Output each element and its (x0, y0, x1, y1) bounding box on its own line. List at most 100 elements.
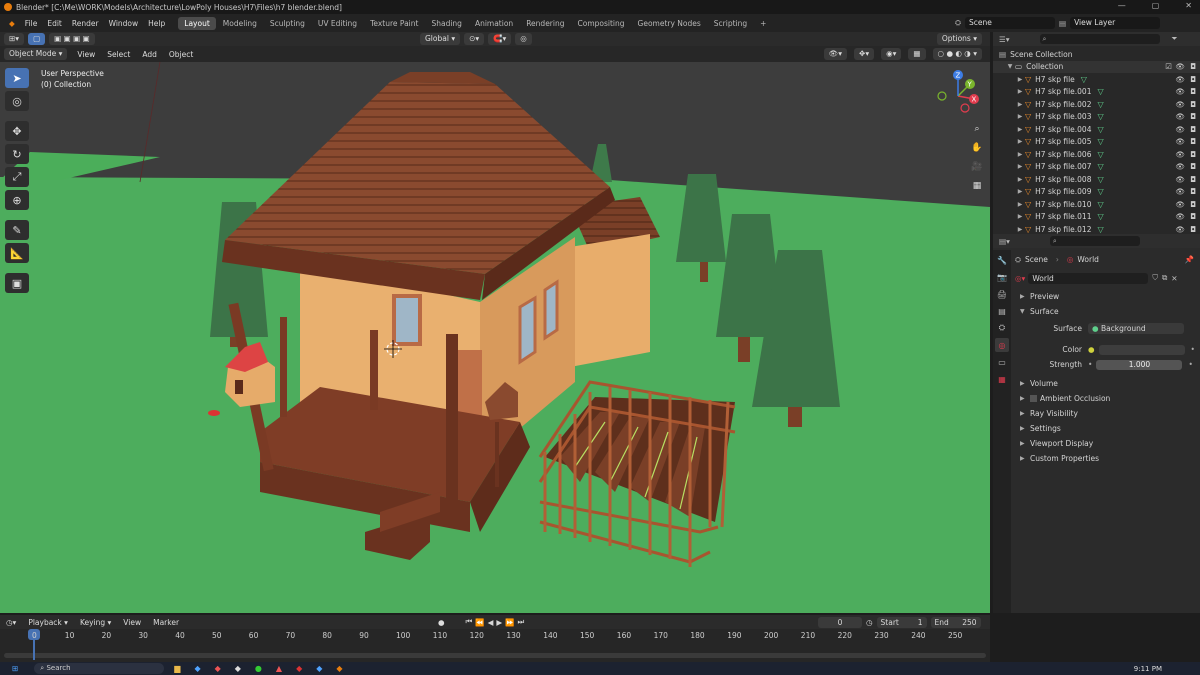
eye-icon[interactable]: 👁 (1175, 112, 1185, 121)
tab-uv-editing[interactable]: UV Editing (312, 17, 363, 30)
camera-icon[interactable]: ◘ (1190, 212, 1196, 221)
play-reverse-button[interactable]: ◀ (488, 618, 494, 627)
tab-compositing[interactable]: Compositing (572, 17, 631, 30)
menu-keying[interactable]: Keying ▾ (74, 618, 117, 627)
object-mode-dropdown[interactable]: Object Mode ▾ (4, 48, 68, 60)
timeline-editor-icon[interactable]: ◷▾ (0, 618, 22, 627)
eye-icon[interactable]: 👁 (1175, 175, 1185, 184)
tab-animation[interactable]: Animation (469, 17, 519, 30)
current-frame-field[interactable]: 0 (818, 616, 862, 628)
expand-icon[interactable]: ▶ (1015, 113, 1025, 120)
outliner-item[interactable]: ▶ ▽ H7 skp file.003 ▽ 👁 ◘ (993, 111, 1200, 124)
outliner-item[interactable]: ▶ ▽ H7 skp file.006 ▽ 👁 ◘ (993, 148, 1200, 161)
filter-icon[interactable]: ⏷ (1172, 34, 1178, 44)
app-icon[interactable]: ● (255, 664, 262, 673)
tab-modeling[interactable]: Modeling (217, 17, 263, 30)
app-icon[interactable]: ◆ (194, 664, 200, 673)
blender-taskbar-icon[interactable]: ◆ (336, 664, 342, 673)
annotate-tool-icon[interactable]: ✎ (5, 220, 29, 240)
eye-icon[interactable]: 👁 (1175, 125, 1185, 134)
app-icon[interactable]: ◆ (316, 664, 322, 673)
section-ambient-occlusion[interactable]: ▶ Ambient Occlusion (1013, 391, 1200, 406)
add-cube-tool-icon[interactable]: ▣ (5, 273, 29, 293)
tool-tab-icon[interactable]: 🔧 (995, 253, 1009, 267)
camera-icon[interactable]: ◘ (1190, 150, 1196, 159)
tab-shading[interactable]: Shading (425, 17, 467, 30)
outliner-item[interactable]: ▶ ▽ H7 skp file ▽ 👁 ◘ (993, 73, 1200, 86)
close-button[interactable]: ✕ (1185, 1, 1192, 10)
section-volume[interactable]: ▶ Volume (1013, 376, 1200, 391)
section-custom-properties[interactable]: ▶ Custom Properties (1013, 451, 1200, 466)
add-workspace-button[interactable]: + (754, 17, 772, 30)
fake-user-icon[interactable]: ⛉ (1152, 273, 1158, 283)
collapse-icon[interactable]: ▼ (1005, 63, 1015, 70)
minimize-button[interactable]: — (1118, 1, 1126, 10)
ortho-grid-icon[interactable]: ▦ (969, 178, 985, 194)
expand-icon[interactable]: ▶ (1015, 151, 1025, 158)
shading-modes-icon[interactable]: ○ ● ◐ ◑ ▾ (932, 48, 982, 60)
maximize-button[interactable]: ▢ (1152, 1, 1160, 10)
camera-icon[interactable]: ◘ (1190, 175, 1196, 184)
output-tab-icon[interactable]: 🖨 (995, 287, 1009, 301)
tab-texture-paint[interactable]: Texture Paint (364, 17, 424, 30)
outliner-item[interactable]: ▶ ▽ H7 skp file.004 ▽ 👁 ◘ (993, 123, 1200, 136)
eye-icon[interactable]: 👁 (1175, 87, 1185, 96)
expand-icon[interactable]: ▶ (1015, 101, 1025, 108)
tab-geometry-nodes[interactable]: Geometry Nodes (632, 17, 707, 30)
xray-icon[interactable]: ▦ (908, 48, 926, 60)
transform-tool-icon[interactable]: ⊕ (5, 190, 29, 210)
section-settings[interactable]: ▶ Settings (1013, 421, 1200, 436)
outliner-item[interactable]: ▶ ▽ H7 skp file.010 ▽ 👁 ◘ (993, 198, 1200, 211)
taskbar-search[interactable]: ⌕ Search (34, 663, 165, 674)
eye-icon[interactable]: 👁 (1175, 200, 1185, 209)
camera-icon[interactable]: ◘ (1190, 137, 1196, 146)
scene-tab-icon[interactable]: ⛭ (995, 321, 1009, 335)
world-browse-icon[interactable]: ◎▾ (1015, 274, 1025, 283)
outliner-item[interactable]: ▶ ▽ H7 skp file.011 ▽ 👁 ◘ (993, 211, 1200, 224)
gizmo-toggle-icon[interactable]: ✥▾ (854, 48, 875, 60)
tab-rendering[interactable]: Rendering (520, 17, 570, 30)
expand-icon[interactable]: ▶ (1015, 126, 1025, 133)
tab-sculpting[interactable]: Sculpting (264, 17, 311, 30)
menu-playback[interactable]: Playback ▾ (22, 618, 74, 627)
menu-view[interactable]: View (71, 50, 101, 59)
eye-icon[interactable]: 👁 (1175, 62, 1185, 71)
timeline-area[interactable]: 0 10 20 30 40 50 60 70 80 90 100 110 120 130 140 150 160… (0, 629, 990, 662)
menu-file[interactable]: File (20, 19, 43, 28)
render-tab-icon[interactable]: 📷 (995, 270, 1009, 284)
outliner-item[interactable]: ▶ ▽ H7 skp file.008 ▽ 👁 ◘ (993, 173, 1200, 186)
app-icon[interactable]: ◆ (296, 664, 302, 673)
snap-icon[interactable]: 🧲▾ (488, 33, 512, 45)
tab-scripting[interactable]: Scripting (708, 17, 753, 30)
options-dropdown[interactable]: Options ▾ (936, 33, 982, 45)
tab-layout[interactable]: Layout (178, 16, 216, 30)
outliner-item[interactable]: ▶ ▽ H7 skp file.009 ▽ 👁 ◘ (993, 186, 1200, 199)
menu-timeline-view[interactable]: View (117, 618, 147, 627)
texture-tab-icon[interactable]: ▦ (995, 372, 1009, 386)
outliner-item[interactable]: ▶ ▽ H7 skp file.002 ▽ 👁 ◘ (993, 98, 1200, 111)
expand-icon[interactable]: ▶ (1015, 176, 1025, 183)
overlay-toggle-icon[interactable]: ◉▾ (881, 48, 902, 60)
menu-select[interactable]: Select (101, 50, 136, 59)
eye-icon[interactable]: 👁 (1175, 162, 1185, 171)
rotate-tool-icon[interactable]: ↻ (5, 144, 29, 164)
duplicate-icon[interactable]: ⧉ (1162, 273, 1167, 283)
eye-icon[interactable]: 👁 (1175, 150, 1185, 159)
world-tab-icon[interactable]: ◎ (995, 338, 1009, 352)
menu-add[interactable]: Add (136, 50, 163, 59)
menu-object[interactable]: Object (163, 50, 199, 59)
pivot-icon[interactable]: ⊙▾ (464, 33, 485, 45)
camera-view-icon[interactable]: 🎥 (969, 159, 985, 175)
app-icon[interactable]: ◆ (215, 664, 221, 673)
app-icon[interactable]: ◆ (235, 664, 241, 673)
properties-editor-icon[interactable]: ▤▾ (999, 237, 1010, 246)
color-swatch[interactable] (1098, 344, 1185, 355)
jump-start-button[interactable]: ⏮ (466, 617, 473, 627)
expand-icon[interactable]: ▶ (1015, 213, 1025, 220)
outliner-editor-icon[interactable]: ☰▾ (999, 35, 1010, 44)
navigation-gizmo[interactable]: Z X Y (930, 66, 985, 121)
camera-icon[interactable]: ◘ (1190, 187, 1196, 196)
camera-icon[interactable]: ◘ (1190, 125, 1196, 134)
expand-icon[interactable]: ▶ (1015, 188, 1025, 195)
select-box-icon[interactable]: ▢ (28, 33, 46, 45)
